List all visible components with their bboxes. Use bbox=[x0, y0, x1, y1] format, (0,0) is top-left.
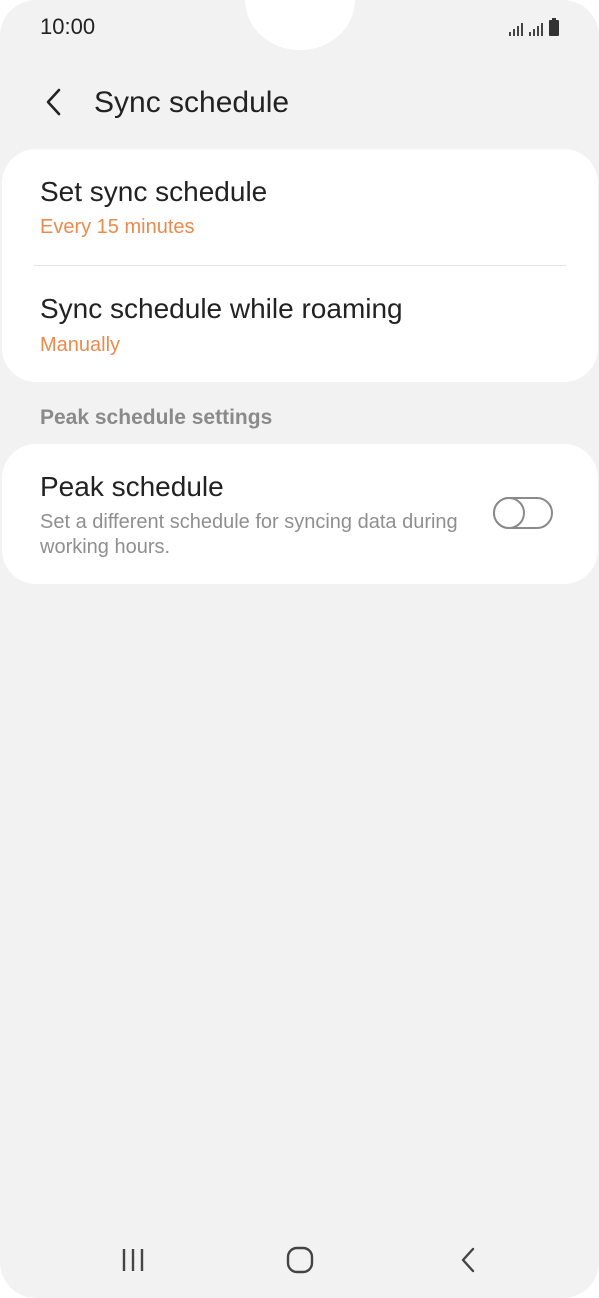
sync-while-roaming-title: Sync schedule while roaming bbox=[40, 293, 403, 324]
sync-while-roaming-value: Manually bbox=[40, 334, 121, 356]
recent-apps-icon bbox=[122, 1249, 144, 1271]
sync-settings-card: Set sync schedule Every 15 minutes Sync … bbox=[2, 149, 598, 382]
camera-notch bbox=[245, 0, 355, 50]
set-sync-schedule-value: Every 15 minutes bbox=[40, 216, 195, 238]
system-nav-bar bbox=[0, 1225, 599, 1295]
toggle-knob bbox=[493, 497, 525, 529]
section-header-peak: Peak schedule settings bbox=[40, 406, 273, 429]
peak-schedule-item[interactable]: Peak schedule Set a different schedule f… bbox=[2, 444, 598, 584]
recent-apps-button[interactable] bbox=[103, 1235, 163, 1285]
peak-settings-card: Peak schedule Set a different schedule f… bbox=[2, 444, 598, 584]
peak-schedule-description: Set a different schedule for syncing dat… bbox=[40, 511, 458, 558]
sync-while-roaming-item[interactable]: Sync schedule while roaming Manually bbox=[2, 266, 598, 382]
page-title: Sync schedule bbox=[94, 86, 290, 119]
back-icon bbox=[461, 1247, 475, 1273]
home-icon bbox=[286, 1246, 314, 1274]
home-button[interactable] bbox=[270, 1235, 330, 1285]
set-sync-schedule-title: Set sync schedule bbox=[40, 176, 268, 207]
status-icons bbox=[509, 16, 559, 36]
peak-schedule-toggle[interactable] bbox=[493, 497, 553, 529]
peak-schedule-title: Peak schedule bbox=[40, 471, 224, 502]
chevron-left-icon bbox=[46, 88, 61, 116]
signal-icon bbox=[529, 20, 543, 36]
back-button[interactable] bbox=[36, 84, 72, 120]
screen: 10:00 Sync schedule Set sync schedule Ev… bbox=[0, 0, 599, 1298]
status-time: 10:00 bbox=[40, 14, 96, 39]
signal-icon bbox=[509, 20, 523, 36]
set-sync-schedule-item[interactable]: Set sync schedule Every 15 minutes bbox=[2, 149, 598, 265]
battery-icon bbox=[549, 18, 559, 36]
nav-back-button[interactable] bbox=[438, 1235, 498, 1285]
app-bar: Sync schedule bbox=[0, 78, 599, 128]
